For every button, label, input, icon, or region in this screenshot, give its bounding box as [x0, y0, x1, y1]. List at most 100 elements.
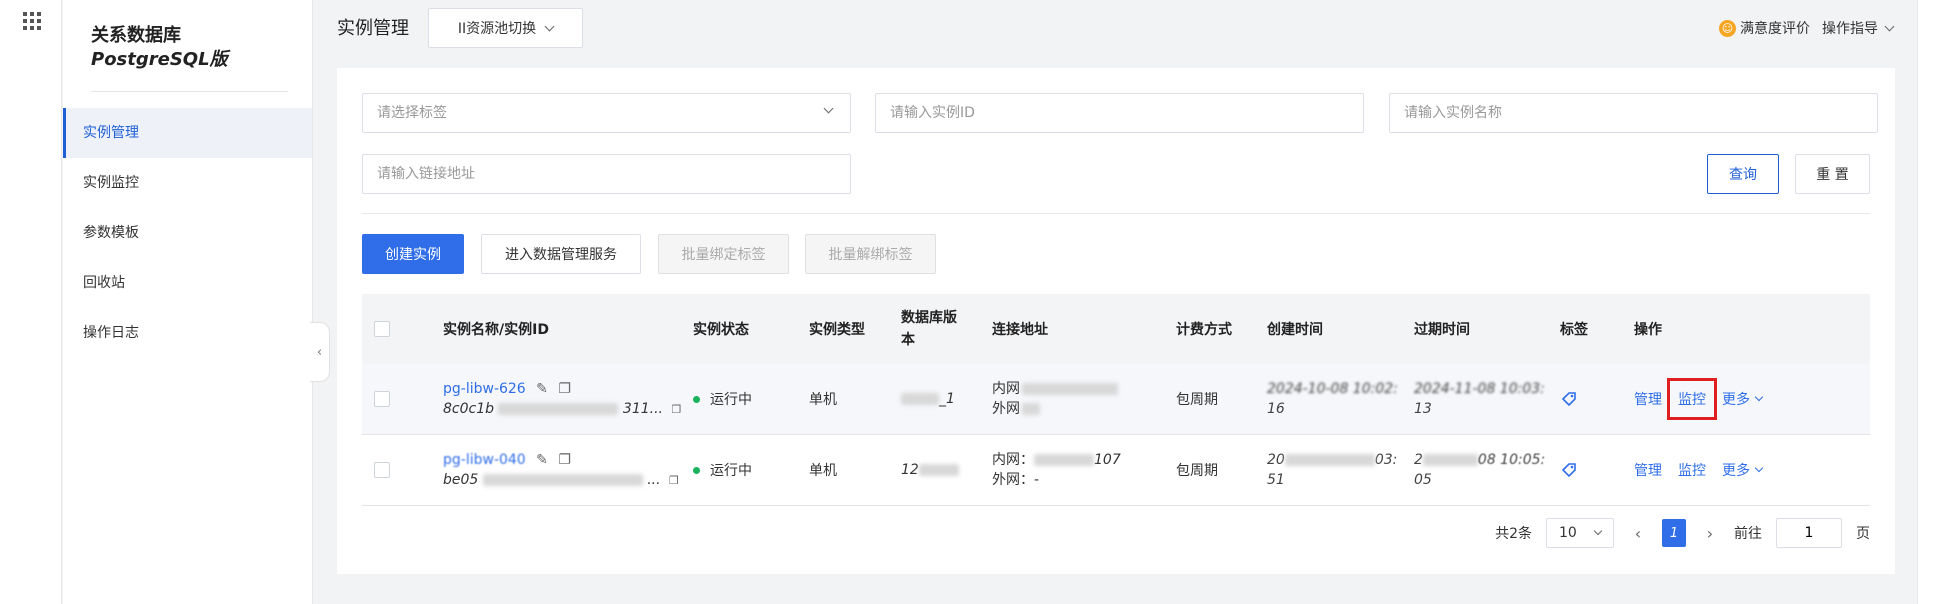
- pagination: 共2条 10 ‹ 1 › 前往 页: [1495, 518, 1870, 548]
- page-size-select[interactable]: 10: [1546, 518, 1614, 548]
- created-time-suffix: 03:: [1374, 452, 1398, 468]
- tag-select-input[interactable]: [363, 94, 850, 132]
- expires-time-suffix: 08 10:05:: [1477, 452, 1546, 468]
- redacted-id: [498, 402, 619, 415]
- redacted-version: [918, 464, 959, 476]
- data-management-button[interactable]: 进入数据管理服务: [481, 234, 641, 274]
- instance-name-link[interactable]: pg-libw-626: [443, 381, 526, 397]
- row-checkbox[interactable]: [374, 391, 390, 407]
- manage-link[interactable]: 管理: [1634, 389, 1662, 409]
- col-name: 实例名称/实例ID: [443, 322, 549, 338]
- apps-grid-icon[interactable]: [23, 12, 41, 30]
- instance-name-field[interactable]: [1389, 93, 1878, 133]
- chevron-down-icon: [1754, 392, 1764, 402]
- instance-id-field[interactable]: [875, 93, 1364, 133]
- edit-icon[interactable]: ✎: [536, 381, 548, 397]
- header-actions: ☺ 满意度评价 操作指导: [1719, 18, 1895, 38]
- row-checkbox[interactable]: [374, 462, 390, 478]
- instance-card: 查询 重 置 创建实例 进入数据管理服务 批量绑定标签 批量解绑标签 实例名称/…: [337, 68, 1895, 574]
- db-version-prefix: 12: [901, 462, 919, 478]
- chevron-down-icon: [1593, 526, 1603, 536]
- more-dropdown[interactable]: 更多: [1722, 389, 1764, 409]
- col-address: 连接地址: [992, 322, 1048, 338]
- col-created: 创建时间: [1267, 322, 1323, 338]
- query-button[interactable]: 查询: [1707, 154, 1779, 194]
- page-size-value: 10: [1559, 525, 1577, 541]
- col-db-version: 数据库版本: [901, 310, 957, 348]
- create-instance-button[interactable]: 创建实例: [362, 234, 464, 274]
- goto-page-field[interactable]: [1776, 518, 1842, 548]
- satisfaction-link[interactable]: ☺ 满意度评价: [1719, 18, 1810, 38]
- instance-name-link[interactable]: pg-libw-040: [443, 452, 526, 468]
- chevron-down-icon: [1884, 21, 1895, 31]
- page-number-current[interactable]: 1: [1662, 519, 1686, 547]
- tag-select[interactable]: [362, 93, 851, 133]
- copy-icon[interactable]: ❐: [558, 452, 571, 468]
- tag-icon[interactable]: [1560, 390, 1578, 408]
- col-ops: 操作: [1634, 322, 1662, 338]
- inner-address-label: 内网：: [992, 452, 1034, 468]
- more-dropdown[interactable]: 更多: [1722, 460, 1764, 480]
- prev-page-icon[interactable]: ‹: [1628, 524, 1648, 543]
- redacted-version: [901, 393, 939, 405]
- tag-icon[interactable]: [1560, 461, 1578, 479]
- expires-time-line2: 05: [1414, 472, 1432, 488]
- instance-id-input[interactable]: [876, 94, 1363, 132]
- copy-icon[interactable]: ❐: [558, 381, 571, 397]
- monitor-link[interactable]: 监控: [1678, 460, 1706, 480]
- sidebar-item-instance-monitoring[interactable]: 实例监控: [63, 158, 312, 208]
- copy-icon[interactable]: ❐: [671, 403, 681, 416]
- redacted-id: [482, 473, 643, 486]
- edit-icon[interactable]: ✎: [536, 452, 548, 468]
- sidebar-item-parameter-templates[interactable]: 参数模板: [63, 208, 312, 258]
- instance-type: 单机: [809, 463, 837, 479]
- manage-link[interactable]: 管理: [1634, 460, 1662, 480]
- reset-button[interactable]: 重 置: [1795, 154, 1870, 194]
- instance-id-prefix: be05: [443, 471, 479, 488]
- outer-address-label: 外网：-: [992, 472, 1040, 488]
- redacted-outer-address: [1022, 403, 1040, 415]
- status-running-dot: [693, 466, 700, 474]
- monitor-link[interactable]: 监控: [1667, 378, 1717, 420]
- chevron-down-icon: [1754, 463, 1764, 473]
- created-time-prefix: 20: [1267, 452, 1285, 468]
- resource-pool-switch[interactable]: II资源池切换: [428, 8, 583, 48]
- sidebar-collapse-handle[interactable]: ‹: [310, 322, 330, 382]
- satisfaction-label: 满意度评价: [1740, 21, 1810, 37]
- card-divider: [362, 213, 1870, 214]
- product-subtitle: PostgreSQL版: [91, 49, 228, 70]
- sidebar-divider: [91, 91, 288, 92]
- address-field[interactable]: [362, 154, 851, 194]
- chevron-left-icon: ‹: [316, 344, 323, 360]
- goto-label: 前往: [1734, 526, 1762, 542]
- col-type: 实例类型: [809, 322, 865, 338]
- operation-guide-dropdown[interactable]: 操作指导: [1822, 18, 1895, 38]
- total-count: 共2条: [1495, 526, 1532, 542]
- goto-page-input[interactable]: [1777, 519, 1841, 547]
- expires-time-prefix: 2: [1414, 452, 1423, 468]
- instance-id-prefix: 8c0c1b: [443, 400, 495, 417]
- col-billing: 计费方式: [1176, 322, 1232, 338]
- expires-time-line2: 13: [1414, 401, 1432, 417]
- sidebar-item-operation-logs[interactable]: 操作日志: [63, 308, 312, 358]
- bind-tags-button[interactable]: 批量绑定标签: [658, 234, 789, 274]
- instance-id-suffix: 311...: [622, 400, 663, 417]
- page-title: 实例管理: [337, 18, 409, 39]
- col-tags: 标签: [1560, 322, 1588, 338]
- created-time-line1: 2024-10-08 10:02:: [1267, 381, 1398, 397]
- sidebar-item-instance-management[interactable]: 实例管理: [63, 108, 312, 158]
- copy-icon[interactable]: ❐: [669, 474, 679, 487]
- page-unit-label: 页: [1856, 526, 1870, 542]
- instance-name-input[interactable]: [1390, 94, 1877, 132]
- instance-type: 单机: [809, 392, 837, 408]
- unbind-tags-button[interactable]: 批量解绑标签: [805, 234, 936, 274]
- sidebar-item-recycle-bin[interactable]: 回收站: [63, 258, 312, 308]
- right-gutter: [1917, 0, 1951, 604]
- outer-address-label: 外网: [992, 401, 1020, 417]
- address-input[interactable]: [363, 155, 850, 193]
- redacted-created-time: [1284, 454, 1375, 466]
- table-row: pg-libw-040 ✎ ❐ be05 ... ❐ 运行中 单机 12 内网：…: [362, 435, 1870, 506]
- guide-label: 操作指导: [1822, 21, 1878, 37]
- next-page-icon[interactable]: ›: [1700, 524, 1720, 543]
- select-all-checkbox[interactable]: [374, 321, 390, 337]
